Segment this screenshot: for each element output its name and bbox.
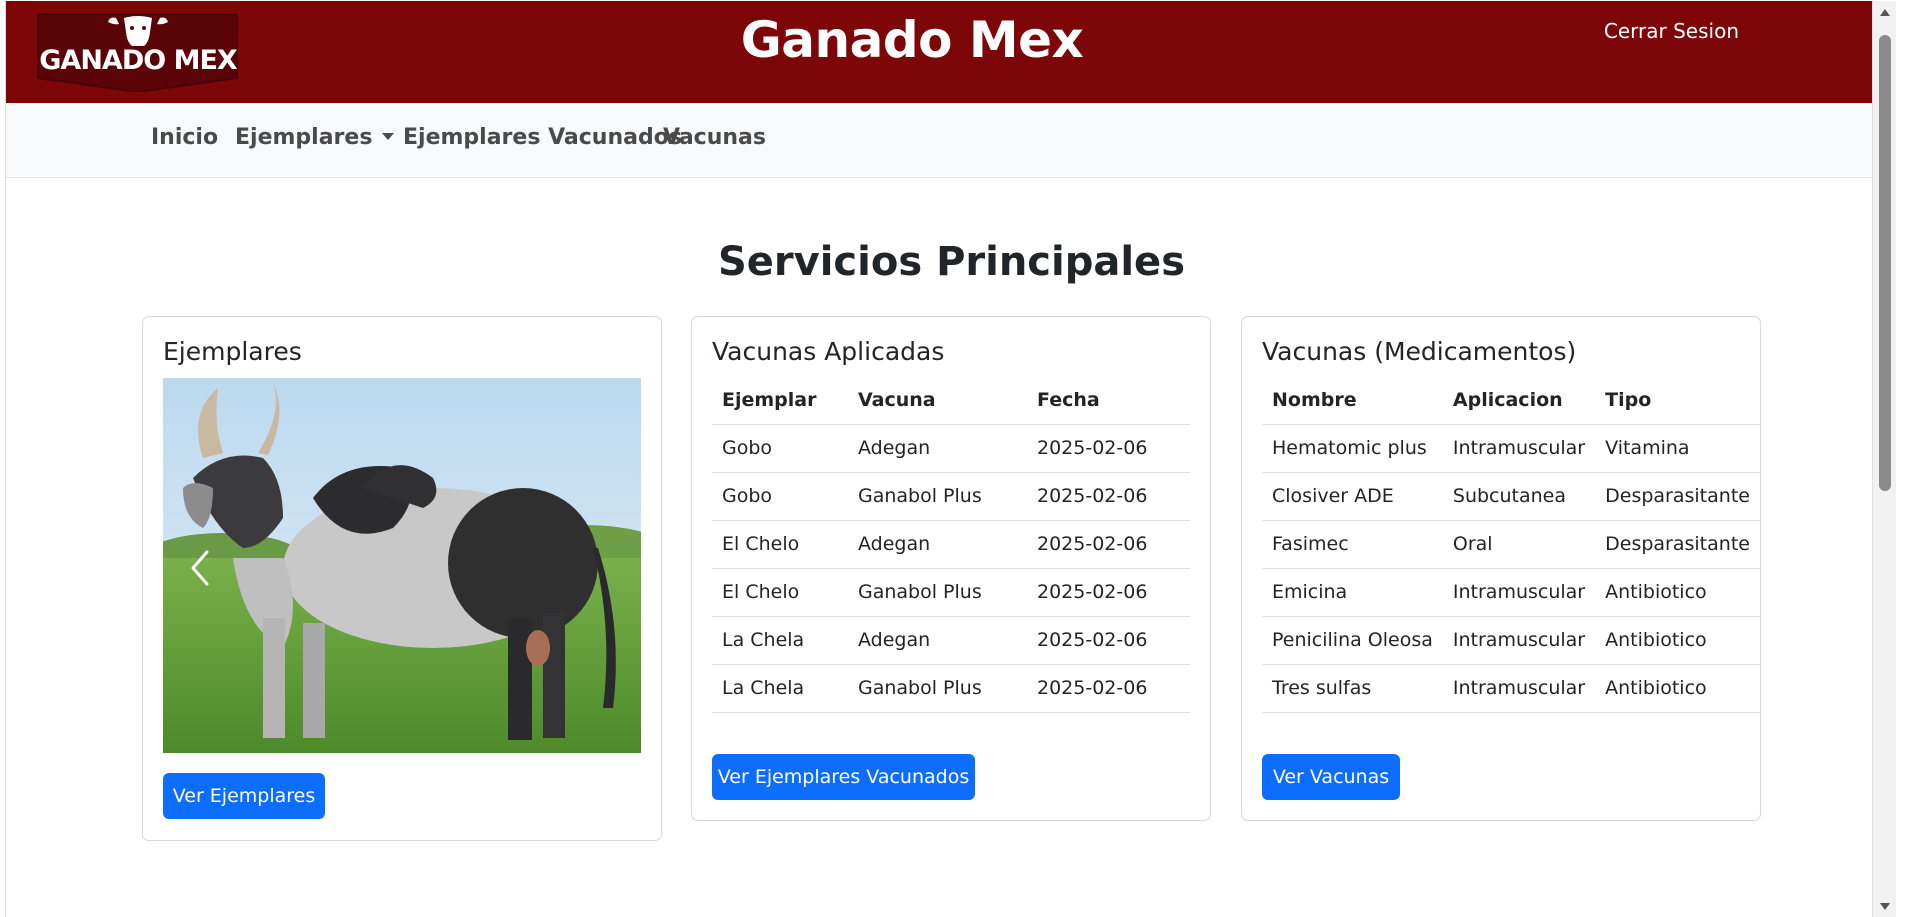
table-row: Penicilina Oleosa Intramuscular Antibiot… <box>1262 616 1760 665</box>
table-cell: La Chela <box>712 664 848 713</box>
card-ejemplares: Ejemplares Ver Ejemplares <box>142 316 662 841</box>
table-cell: Tres sulfas <box>1262 664 1443 713</box>
caret-down-icon <box>382 132 395 140</box>
nav-item-ejemplares-vacunados[interactable]: Ejemplares Vacunados <box>403 125 682 150</box>
table-cell: Vitamina <box>1595 424 1760 473</box>
ver-vacunas-button[interactable]: Ver Vacunas <box>1262 754 1400 800</box>
table-cell: Gobo <box>712 472 848 521</box>
nav-item-vacunas[interactable]: Vacunas <box>663 125 766 150</box>
table-cell: Desparasitante <box>1595 472 1760 521</box>
table-cell: 2025-02-06 <box>1027 616 1190 665</box>
table-cell: Intramuscular <box>1442 664 1596 713</box>
table-cell: 2025-02-06 <box>1027 664 1190 713</box>
table-cell: Ganabol Plus <box>848 568 1027 617</box>
table-cell: 2025-02-06 <box>1027 568 1190 617</box>
table-cell: Intramuscular <box>1442 424 1596 473</box>
table-row: La Chela Adegan 2025-02-06 <box>712 616 1190 665</box>
table-cell: Gobo <box>712 424 848 473</box>
table-cell: Oral <box>1442 520 1596 569</box>
site-title: Ganado Mex <box>740 11 1084 69</box>
column-header: Ejemplar <box>712 377 848 425</box>
ver-ejemplares-button[interactable]: Ver Ejemplares <box>163 773 325 819</box>
table-row: Hematomic plus Intramuscular Vitamina <box>1262 424 1760 473</box>
table-row: Tres sulfas Intramuscular Antibiotico <box>1262 664 1760 713</box>
carousel-prev-chevron-icon[interactable] <box>185 548 215 588</box>
logout-link[interactable]: Cerrar Sesion <box>1604 19 1739 43</box>
table-cell: Penicilina Oleosa <box>1262 616 1443 665</box>
table-cell: Adegan <box>848 616 1027 665</box>
table-cell: Subcutanea <box>1442 472 1596 521</box>
table-cell: Intramuscular <box>1442 568 1596 617</box>
table-row: Gobo Adegan 2025-02-06 <box>712 424 1190 473</box>
table-cell: Antibiotico <box>1595 568 1760 617</box>
nav-item-label: Ejemplares <box>235 125 373 150</box>
table-cell: Antibiotico <box>1595 616 1760 665</box>
card-vacunas-medicamentos: Vacunas (Medicamentos) Nombre Aplicacion… <box>1241 316 1761 821</box>
cattle-photo <box>163 378 641 753</box>
column-header: Aplicacion <box>1442 377 1596 425</box>
vacunas-medicamentos-table: Nombre Aplicacion Tipo Hematomic plus In… <box>1262 377 1760 713</box>
table-cell: Adegan <box>848 520 1027 569</box>
card-title: Vacunas Aplicadas <box>712 337 945 366</box>
section-title: Servicios Principales <box>717 239 1185 285</box>
nav-item-ejemplares-dropdown[interactable]: Ejemplares <box>235 125 395 150</box>
nav-item-label: Ejemplares Vacunados <box>403 125 682 150</box>
browser-viewport: GANADO MEX Ganado Mex Cerrar Sesion Inic… <box>5 1 1896 917</box>
table-cell: 2025-02-06 <box>1027 520 1190 569</box>
table-row: Fasimec Oral Desparasitante <box>1262 520 1760 569</box>
column-header: Vacuna <box>848 377 1027 425</box>
site-header: GANADO MEX Ganado Mex Cerrar Sesion <box>6 1 1896 103</box>
table-cell: 2025-02-06 <box>1027 424 1190 473</box>
table-cell: Desparasitante <box>1595 520 1760 569</box>
page-scrollbar[interactable] <box>1872 1 1896 917</box>
table-row: La Chela Ganabol Plus 2025-02-06 <box>712 664 1190 713</box>
table-row: Gobo Ganabol Plus 2025-02-06 <box>712 472 1190 521</box>
vacunas-aplicadas-table: Ejemplar Vacuna Fecha Gobo Adegan 2025-0… <box>712 377 1190 713</box>
card-title: Ejemplares <box>163 337 302 366</box>
table-header-row: Nombre Aplicacion Tipo <box>1262 377 1760 425</box>
table-row: Closiver ADE Subcutanea Desparasitante <box>1262 472 1760 521</box>
table-row: El Chelo Ganabol Plus 2025-02-06 <box>712 568 1190 617</box>
table-cell: Intramuscular <box>1442 616 1596 665</box>
table-cell: Closiver ADE <box>1262 472 1443 521</box>
table-cell: La Chela <box>712 616 848 665</box>
table-cell: Ganabol Plus <box>848 472 1027 521</box>
table-row: Emicina Intramuscular Antibiotico <box>1262 568 1760 617</box>
nav-item-label: Inicio <box>151 125 219 150</box>
table-cell: 2025-02-06 <box>1027 472 1190 521</box>
nav-item-inicio[interactable]: Inicio <box>151 125 218 150</box>
table-cell: Hematomic plus <box>1262 424 1443 473</box>
table-cell: Antibiotico <box>1595 664 1760 713</box>
table-row: El Chelo Adegan 2025-02-06 <box>712 520 1190 569</box>
table-cell: Fasimec <box>1262 520 1443 569</box>
nav-item-label: Vacunas <box>663 125 766 150</box>
card-title: Vacunas (Medicamentos) <box>1262 337 1577 366</box>
table-cell: El Chelo <box>712 568 848 617</box>
table-cell: Adegan <box>848 424 1027 473</box>
column-header: Fecha <box>1027 377 1190 425</box>
card-vacunas-aplicadas: Vacunas Aplicadas Ejemplar Vacuna Fecha … <box>691 316 1211 821</box>
ver-ejemplares-vacunados-button[interactable]: Ver Ejemplares Vacunados <box>712 754 975 800</box>
column-header: Nombre <box>1262 377 1443 425</box>
main-navbar: Inicio Ejemplares Ejemplares Vacunados V… <box>6 103 1896 178</box>
scroll-up-arrow-icon[interactable] <box>1880 9 1890 16</box>
table-header-row: Ejemplar Vacuna Fecha <box>712 377 1190 425</box>
column-header: Tipo <box>1595 377 1760 425</box>
table-cell: El Chelo <box>712 520 848 569</box>
ejemplares-carousel[interactable] <box>163 378 641 753</box>
table-cell: Ganabol Plus <box>848 664 1027 713</box>
scrollbar-thumb[interactable] <box>1879 35 1891 491</box>
scroll-down-arrow-icon[interactable] <box>1880 903 1890 910</box>
table-cell: Emicina <box>1262 568 1443 617</box>
